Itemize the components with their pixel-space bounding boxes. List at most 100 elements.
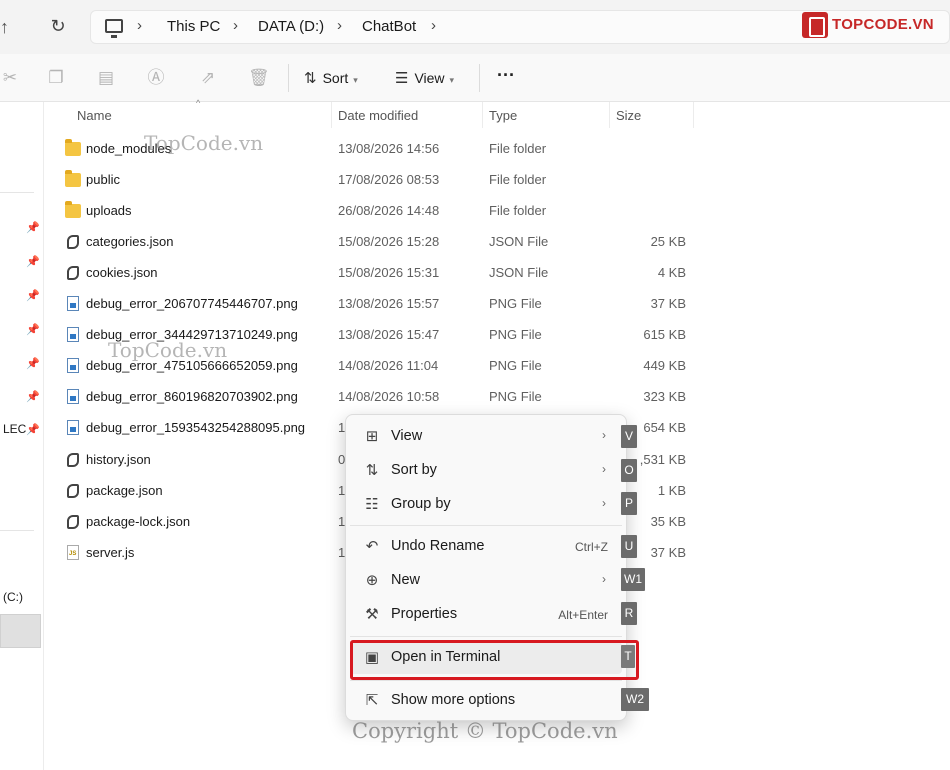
menu-item-undo-rename[interactable]: ↶ Undo Rename Ctrl+Z <box>350 531 622 563</box>
highlight-box <box>350 640 639 680</box>
menu-item-shortcut: Alt+Enter <box>558 608 608 622</box>
png-file-icon <box>67 296 79 311</box>
copy-icon[interactable]: ❐ <box>46 68 66 88</box>
png-file-icon <box>67 389 79 404</box>
cut-icon[interactable]: ✂ <box>0 68 20 88</box>
column-divider[interactable] <box>331 102 332 128</box>
chevron-right-icon: › <box>602 462 606 476</box>
breadcrumb-data-drive[interactable]: DATA (D:) <box>258 18 324 35</box>
column-divider[interactable] <box>609 102 610 128</box>
file-name: public <box>86 172 120 187</box>
file-size: 25 KB <box>650 234 686 249</box>
png-file-icon <box>67 358 79 373</box>
file-name: uploads <box>86 203 132 218</box>
file-size: ,531 KB <box>639 452 686 467</box>
menu-item-properties[interactable]: ⚒ Properties Alt+Enter <box>350 599 622 631</box>
sort-icon: ⇅ <box>304 70 317 87</box>
sort-button[interactable]: ⇅ Sort ▾ <box>304 66 358 90</box>
access-key-badge: R <box>621 602 637 625</box>
table-row[interactable]: categories.json 15/08/2026 15:28 JSON File… <box>56 227 696 258</box>
pin-icon[interactable]: 📌 <box>26 221 40 234</box>
file-type: File folder <box>489 203 547 218</box>
js-file-icon <box>67 545 79 560</box>
png-file-icon <box>67 420 79 435</box>
nav-item-lec[interactable]: LEC <box>3 422 26 436</box>
column-header-type[interactable]: Type <box>489 108 517 123</box>
column-header-date[interactable]: Date modified <box>338 108 418 123</box>
watermark-text: TopCode.vn <box>108 338 228 362</box>
chevron-right-icon[interactable]: › <box>137 17 142 34</box>
pin-icon[interactable]: 📌 <box>26 289 40 302</box>
menu-divider <box>350 680 622 681</box>
file-date: 14/08/2026 11:04 <box>338 358 439 373</box>
chevron-right-icon[interactable]: › <box>431 17 436 34</box>
file-date: 26/08/2026 14:48 <box>338 203 440 218</box>
table-row[interactable]: debug_error_860196820703902.png 14/08/202… <box>56 382 696 413</box>
view-button[interactable]: ☰ View ▾ <box>395 66 454 90</box>
menu-item-view[interactable]: ⊞ View › <box>350 421 622 453</box>
nav-divider <box>0 192 34 193</box>
file-name: package.json <box>86 483 163 498</box>
command-toolbar: ✂ ❐ ▤ Ⓐ ⇗ 🗑 ⇅ Sort ▾ ☰ View ▾ ··· <box>0 54 950 102</box>
paste-icon[interactable]: ▤ <box>96 68 116 88</box>
column-header-size[interactable]: Size <box>616 108 641 123</box>
file-name: package-lock.json <box>86 514 191 529</box>
delete-icon[interactable]: 🗑 <box>248 68 270 88</box>
toolbar-divider <box>479 64 480 92</box>
nav-item-drive-c[interactable]: (C:) <box>3 590 23 604</box>
table-row[interactable]: cookies.json 15/08/2026 15:31 JSON File 4 K… <box>56 258 696 289</box>
chevron-right-icon[interactable]: › <box>233 17 238 34</box>
pin-icon[interactable]: 📌 <box>26 255 40 268</box>
nav-item-selected[interactable] <box>0 614 41 648</box>
menu-item-label: Properties <box>391 606 458 622</box>
folder-icon <box>65 139 81 156</box>
folder-icon <box>65 201 81 218</box>
pin-icon[interactable]: 📌 <box>26 390 40 403</box>
menu-divider <box>350 636 622 637</box>
access-key-badge: P <box>621 492 637 515</box>
share-icon[interactable]: ⇗ <box>198 68 218 88</box>
menu-item-group-by[interactable]: ☷ Group by › <box>350 489 622 521</box>
column-divider[interactable] <box>482 102 483 128</box>
file-name: cookies.json <box>86 265 158 280</box>
sort-ascending-icon: ^ <box>196 98 201 108</box>
copyright-watermark: Copyright © TopCode.vn <box>352 719 618 743</box>
table-row[interactable]: public 17/08/2026 08:53 File folder <box>56 165 696 196</box>
file-size: 449 KB <box>643 358 686 373</box>
column-divider[interactable] <box>693 102 694 128</box>
chevron-down-icon: ▾ <box>449 75 455 85</box>
chevron-down-icon: ▾ <box>353 75 358 85</box>
chevron-right-icon[interactable]: › <box>337 17 342 34</box>
refresh-icon[interactable]: ↻ <box>46 14 70 38</box>
column-header-name[interactable]: Name <box>77 108 112 123</box>
file-size: 4 KB <box>657 265 686 280</box>
breadcrumb-this-pc[interactable]: This PC <box>167 18 220 35</box>
file-date: 17/08/2026 08:53 <box>338 172 440 187</box>
menu-item-new[interactable]: ⊕ New › <box>350 565 622 597</box>
menu-item-label: Show more options <box>391 692 516 708</box>
table-row[interactable]: uploads 26/08/2026 14:48 File folder <box>56 196 696 227</box>
pin-icon[interactable]: 📌 <box>26 323 40 336</box>
file-type: JSON File <box>489 234 549 249</box>
pin-icon[interactable]: 📌 <box>26 423 40 436</box>
sort-label: Sort <box>322 70 349 86</box>
menu-item-sort-by[interactable]: ⇅ Sort by › <box>350 455 622 487</box>
rename-icon[interactable]: Ⓐ <box>146 68 166 88</box>
file-type: PNG File <box>489 389 542 404</box>
menu-item-show-more-options[interactable]: ⇱ Show more options <box>350 685 622 717</box>
more-options-button[interactable]: ··· <box>494 66 518 90</box>
up-arrow-icon[interactable]: ↑ <box>0 16 18 38</box>
menu-item-label: Undo Rename <box>391 538 485 554</box>
access-key-badge: W1 <box>621 568 645 591</box>
pin-icon[interactable]: 📌 <box>26 357 40 370</box>
breadcrumb-chatbot[interactable]: ChatBot <box>362 18 416 35</box>
watermark-text: TopCode.vn <box>144 131 264 155</box>
menu-item-label: Sort by <box>391 462 437 478</box>
access-key-badge: T <box>621 645 635 668</box>
file-size: 615 KB <box>643 327 686 342</box>
chevron-right-icon: › <box>602 428 606 442</box>
json-file-icon <box>67 235 79 249</box>
file-name: debug_error_860196820703902.png <box>86 389 298 404</box>
table-row[interactable]: debug_error_206707745446707.png 13/08/202… <box>56 289 696 320</box>
share-icon: ⇱ <box>365 692 379 709</box>
